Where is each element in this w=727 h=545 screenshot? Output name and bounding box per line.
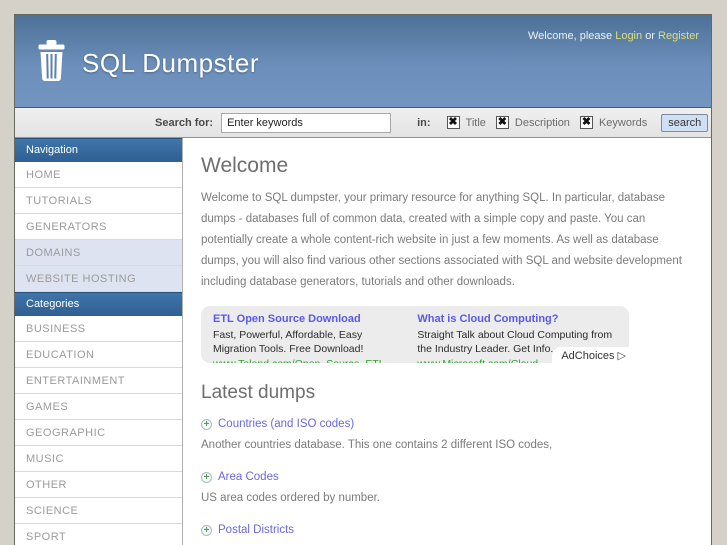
expand-plus-icon: + <box>201 418 212 430</box>
site-logo[interactable]: SQL Dumpster <box>35 39 259 88</box>
navigation-section-header: Navigation <box>15 138 182 162</box>
sidebar-item-education[interactable]: EDUCATION <box>15 342 182 368</box>
ad-banner: ETL Open Source Download Fast, Powerful,… <box>201 306 629 363</box>
dump-link-area-codes[interactable]: + Area Codes <box>201 471 695 483</box>
search-input[interactable] <box>221 112 392 133</box>
search-for-label: Search for: <box>155 116 214 129</box>
sidebar-item-music[interactable]: MUSIC <box>15 446 182 472</box>
dump-item-area-codes: + Area Codes US area codes ordered by nu… <box>201 471 695 507</box>
welcome-text: Welcome, please <box>527 30 613 42</box>
ad-item: ETL Open Source Download Fast, Powerful,… <box>213 312 401 363</box>
sidebar-item-geographic[interactable]: GEOGRAPHIC <box>15 420 182 446</box>
dump-description: Another countries database. This one con… <box>201 439 553 451</box>
checkbox-group-description: ✖ Description <box>495 116 570 129</box>
dump-description: US area codes ordered by number. <box>201 492 380 504</box>
search-bar: Search for: in: ✖ Title ✖ Description ✖ … <box>15 108 711 138</box>
site-header: SQL Dumpster Welcome, please Login or Re… <box>15 15 711 108</box>
checkbox-group-keywords: ✖ Keywords <box>579 116 648 129</box>
ad-title-link[interactable]: What is Cloud Computing? <box>417 312 617 326</box>
sidebar-item-generators[interactable]: GENERATORS <box>15 214 182 240</box>
page-title: Welcome <box>201 154 289 177</box>
welcome-paragraph: Welcome to SQL dumpster, your primary re… <box>201 192 682 288</box>
sidebar-item-business[interactable]: BUSINESS <box>15 316 182 342</box>
sidebar-item-tutorials[interactable]: TUTORIALS <box>15 188 182 214</box>
sidebar-item-sport[interactable]: SPORT <box>15 524 182 545</box>
site-title: SQL Dumpster <box>82 48 259 78</box>
sidebar-item-other[interactable]: OTHER <box>15 472 182 498</box>
trash-can-icon <box>35 39 68 88</box>
main-content: Welcome Welcome to SQL dumpster, your pr… <box>183 138 711 545</box>
title-checkbox[interactable]: ✖ <box>446 116 460 129</box>
title-checkbox-label: Title <box>465 116 486 129</box>
description-checkbox-label: Description <box>514 116 570 129</box>
keywords-checkbox[interactable]: ✖ <box>579 116 593 129</box>
search-in-label: in: <box>417 116 431 129</box>
dump-item-postal-districts: + Postal Districts All the postal distri… <box>201 524 695 545</box>
sidebar-item-science[interactable]: SCIENCE <box>15 498 182 524</box>
ad-title-link[interactable]: ETL Open Source Download <box>213 312 401 326</box>
dump-item-countries: + Countries (and ISO codes) Another coun… <box>201 418 695 454</box>
ad-url[interactable]: www.Talend.com/Open_Source_ETL <box>213 357 401 363</box>
site-container: SQL Dumpster Welcome, please Login or Re… <box>14 14 712 545</box>
login-link[interactable]: Login <box>615 30 642 42</box>
or-text: or <box>645 30 655 42</box>
dump-title: Area Codes <box>218 471 279 483</box>
sidebar-item-entertainment[interactable]: ENTERTAINMENT <box>15 368 182 394</box>
sidebar-item-domains[interactable]: DOMAINS <box>15 240 182 266</box>
adchoices-label: AdChoices <box>561 349 615 362</box>
dump-title: Postal Districts <box>218 524 295 536</box>
latest-dumps-heading: Latest dumps <box>201 382 316 403</box>
ad-body-text: Fast, Powerful, Affordable, Easy Migrati… <box>213 329 364 355</box>
account-links: Welcome, please Login or Register <box>528 30 699 42</box>
register-link[interactable]: Register <box>658 30 699 42</box>
description-checkbox[interactable]: ✖ <box>495 116 509 129</box>
checkbox-group-title: ✖ Title <box>446 116 486 129</box>
sidebar-item-home[interactable]: HOME <box>15 162 182 188</box>
dump-title: Countries (and ISO codes) <box>218 418 355 430</box>
keywords-checkbox-label: Keywords <box>598 116 648 129</box>
dump-link-countries[interactable]: + Countries (and ISO codes) <box>201 418 695 430</box>
search-button[interactable]: search <box>661 113 709 132</box>
adchoices-icon: ▷ <box>617 350 626 362</box>
sidebar-item-website-hosting[interactable]: WEBSITE HOSTING <box>15 266 182 292</box>
categories-section-header: Categories <box>15 292 182 316</box>
dump-link-postal-districts[interactable]: + Postal Districts <box>201 524 695 536</box>
adchoices-button[interactable]: AdChoices ▷ <box>552 347 629 363</box>
expand-plus-icon: + <box>201 524 212 536</box>
sidebar-item-games[interactable]: GAMES <box>15 394 182 420</box>
sidebar: Navigation HOME TUTORIALS GENERATORS DOM… <box>15 138 183 545</box>
expand-plus-icon: + <box>201 471 212 483</box>
